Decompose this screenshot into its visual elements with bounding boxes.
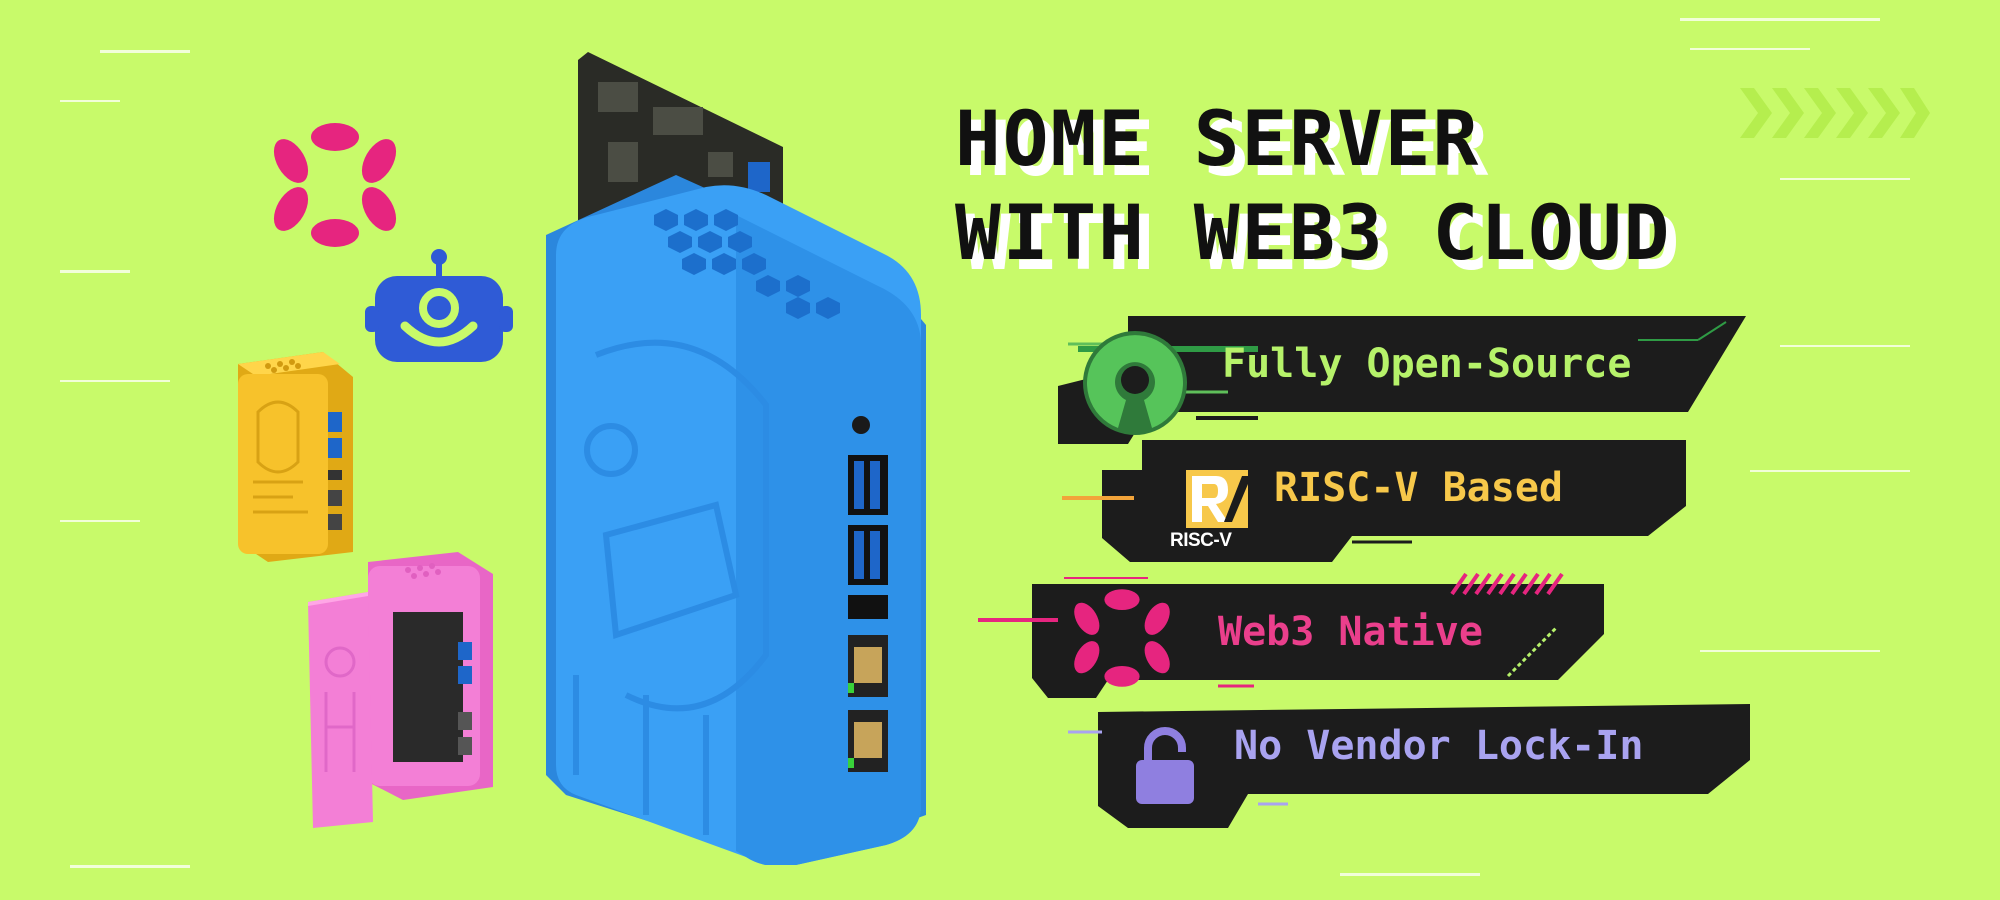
deco-streak (1680, 18, 1880, 21)
polkadot-logo-icon (273, 123, 397, 247)
deco-streak (1780, 345, 1910, 347)
risc-v-logo-icon (1186, 470, 1248, 528)
feature-badge-no-vendor-lock-in: No Vendor Lock-In (1068, 696, 1750, 830)
unlock-icon (1136, 727, 1194, 804)
feature-badge-open-source: Fully Open-Source (1058, 316, 1746, 444)
deco-streak (1750, 470, 1910, 472)
headline: HOME SERVER WITH WEB3 CLOUD (955, 92, 1671, 280)
feature-label: Fully Open-Source (1222, 341, 1632, 387)
headline-line-2: WITH WEB3 CLOUD (955, 188, 1672, 277)
headline-line-1: HOME SERVER (955, 94, 1481, 183)
deco-streak (1340, 873, 1480, 876)
feature-label: RISC-V Based (1274, 465, 1563, 511)
robot-logo-icon (365, 249, 513, 362)
polkadot-icon (1074, 589, 1170, 687)
deco-streak (70, 865, 190, 868)
pink-case-image (308, 552, 493, 828)
deco-streak (60, 270, 130, 273)
blue-case-image (546, 175, 926, 865)
deco-streak (1690, 48, 1810, 50)
deco-streak (60, 100, 120, 102)
deco-streak (60, 520, 140, 522)
open-source-icon (1083, 331, 1187, 435)
feature-badge-risc-v: RISC-V RISC-V Based (1062, 440, 1692, 572)
chevron-arrows-icon (1740, 88, 1930, 138)
yellow-case-image (238, 352, 353, 562)
risc-v-logo-text: RISC-V (1170, 530, 1232, 551)
deco-streak (60, 380, 170, 382)
feature-label: No Vendor Lock-In (1234, 723, 1644, 769)
feature-badge-web3-native: Web3 Native (978, 568, 1610, 700)
feature-label: Web3 Native (1218, 609, 1483, 655)
hero-banner: HOME SERVER WITH WEB3 CLOUD Fully Open-S… (0, 0, 2000, 900)
deco-streak (1780, 178, 1910, 180)
deco-streak (100, 50, 190, 53)
deco-streak (1700, 650, 1880, 652)
